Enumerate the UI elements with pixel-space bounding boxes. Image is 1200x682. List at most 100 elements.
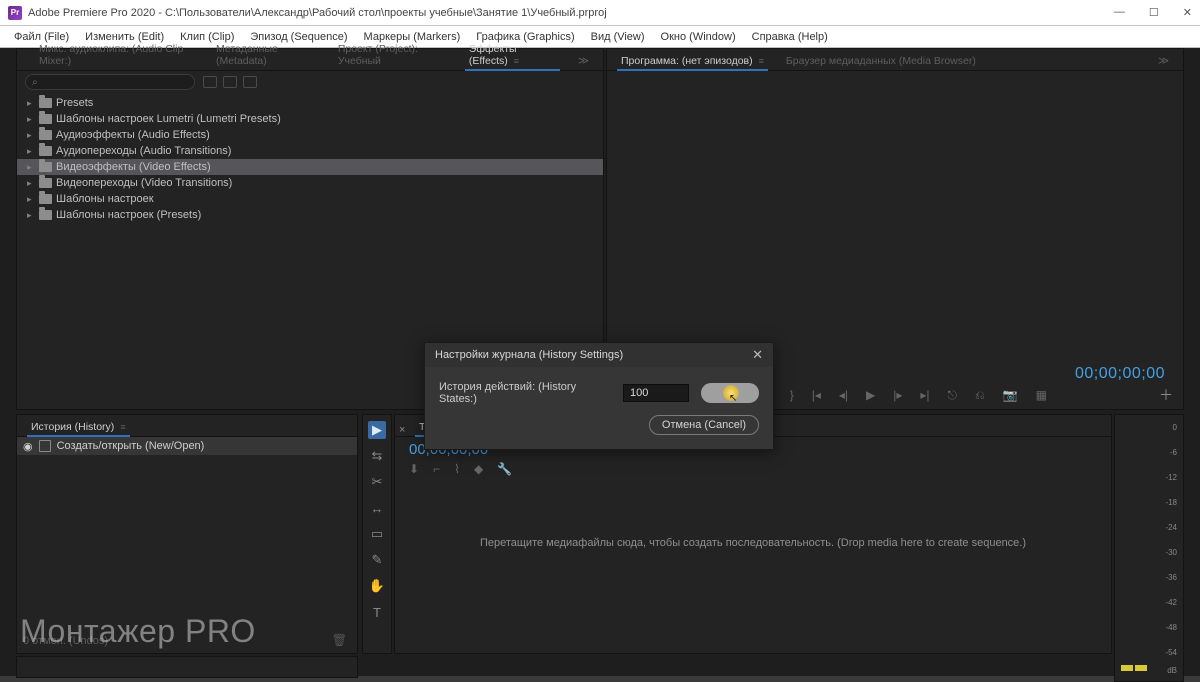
dialog-titlebar[interactable]: Настройки журнала (History Settings) ✕ — [425, 343, 773, 367]
menu-help[interactable]: Справка (Help) — [744, 31, 836, 43]
history-delete-icon[interactable]: 🗑 — [332, 633, 347, 647]
tab-label: Браузер медиаданных (Media Browser) — [786, 55, 976, 67]
effects-panel-tabs: Микс. аудиоклипа: (Audio Clip Mixer:) Ме… — [17, 49, 603, 71]
export-frame-icon[interactable]: 📷 — [1003, 388, 1018, 402]
history-item-label: Создать/открыть (New/Open) — [57, 440, 205, 452]
chevron-right-icon: ▸ — [27, 114, 35, 125]
effects-search-input[interactable] — [25, 74, 195, 90]
meter-tick: -54 — [1165, 648, 1177, 657]
timeline-panel: × Таймлайн (Timeline): (нет эпизодов)≡ 0… — [394, 414, 1112, 654]
panel-overflow[interactable]: ≫ — [568, 52, 599, 70]
program-timecode[interactable]: 00;00;00;00 — [1075, 365, 1165, 383]
go-to-out-icon[interactable]: ▸| — [920, 388, 929, 402]
maximize-button[interactable]: ☐ — [1149, 6, 1159, 19]
slip-tool[interactable]: ▭ — [368, 525, 386, 543]
panel-menu-icon[interactable]: ≡ — [120, 422, 125, 432]
tree-item-audio-transitions[interactable]: ▸Аудиопереходы (Audio Transitions) — [17, 143, 603, 159]
button-editor-icon[interactable]: ＋ — [1159, 385, 1173, 405]
track-select-tool[interactable]: ⇆ — [368, 447, 386, 465]
app-logo-icon: Pr — [8, 6, 22, 20]
audio-meters-panel: 0 -6 -12 -18 -24 -30 -36 -42 -48 -54 dB — [1114, 414, 1184, 682]
panel-menu-icon[interactable]: ≡ — [759, 56, 764, 66]
filter-yuv-icon[interactable] — [243, 76, 257, 88]
tab-label: Метаданные (Metadata) — [216, 43, 278, 67]
panel-overflow[interactable]: ≫ — [1148, 52, 1179, 70]
meter-tick: -24 — [1165, 523, 1177, 532]
tab-program[interactable]: Программа: (нет эпизодов) ≡ — [611, 52, 774, 70]
tree-item-templates-presets[interactable]: ▸Шаблоны настроек (Presets) — [17, 207, 603, 223]
timeline-tool-strip: ▶ ⇆ ✂ ↔ ▭ ✎ ✋ T — [362, 414, 392, 654]
panel-menu-icon[interactable]: ≡ — [514, 56, 519, 66]
watermark-text: Монтажер PRO — [20, 613, 256, 650]
chevron-right-icon: ▸ — [27, 194, 35, 205]
tree-item-video-transitions[interactable]: ▸ Видеопереходы (Video Transitions) — [17, 175, 603, 191]
tab-history[interactable]: История (History)≡ — [21, 418, 136, 436]
tab-label: Микс. аудиоклипа: (Audio Clip Mixer:) — [39, 43, 183, 67]
tree-item-video-effects[interactable]: ▸Видеоэффекты (Video Effects) — [17, 159, 603, 175]
meter-unit: dB — [1167, 666, 1177, 675]
play-icon[interactable]: ▶ — [866, 388, 875, 402]
tab-audio-clip-mixer[interactable]: Микс. аудиоклипа: (Audio Clip Mixer:) — [29, 40, 204, 70]
app-title: Adobe Premiere Pro 2020 — [28, 7, 155, 19]
type-tool[interactable]: T — [368, 603, 386, 621]
hand-tool[interactable]: ✋ — [368, 577, 386, 595]
lift-icon[interactable]: ⎋ — [948, 388, 958, 403]
close-tab-icon[interactable]: × — [399, 424, 407, 436]
tab-project[interactable]: Проект (Project): Учебный — [328, 40, 457, 70]
go-to-in-icon[interactable]: |◂ — [812, 388, 821, 402]
cursor-icon: ↖ — [729, 393, 737, 404]
tab-label: Программа: (нет эпизодов) — [621, 55, 753, 67]
window-titlebar: Pr Adobe Premiere Pro 2020 - C:\Пользова… — [0, 0, 1200, 26]
chevron-right-icon: ▸ — [27, 146, 35, 157]
meter-scale: 0 -6 -12 -18 -24 -30 -36 -42 -48 -54 dB — [1119, 423, 1179, 673]
meter-tick: -18 — [1165, 498, 1177, 507]
dialog-close-icon[interactable]: ✕ — [752, 347, 763, 363]
tree-label: Шаблоны настроек — [56, 193, 154, 205]
meter-tick: 0 — [1173, 423, 1177, 432]
tree-label: Шаблоны настроек (Presets) — [56, 209, 201, 221]
comparison-icon[interactable]: ▦ — [1036, 388, 1047, 402]
tree-item-templates[interactable]: ▸ Шаблоны настроек — [17, 191, 603, 207]
tree-label: Presets — [56, 97, 93, 109]
chevron-right-icon: ▸ — [27, 130, 35, 141]
menu-view[interactable]: Вид (View) — [583, 31, 653, 43]
tab-effects[interactable]: Эффекты (Effects)≡ — [459, 40, 566, 70]
radio-icon: ◉ — [23, 440, 33, 453]
step-forward-icon[interactable]: |▸ — [893, 388, 902, 402]
tab-media-browser[interactable]: Браузер медиаданных (Media Browser) — [776, 52, 986, 70]
meter-tick: -36 — [1165, 573, 1177, 582]
history-item-new-open[interactable]: ◉ Создать/открыть (New/Open) — [17, 437, 357, 455]
filter-32bit-icon[interactable] — [223, 76, 237, 88]
folder-icon — [39, 194, 52, 204]
tree-item-audio-effects[interactable]: ▸ Аудиоэффекты (Audio Effects) — [17, 127, 603, 143]
ok-button[interactable]: Ок ↖ — [701, 383, 759, 403]
chevron-right-icon: ▸ — [27, 178, 35, 189]
tab-metadata[interactable]: Метаданные (Metadata) — [206, 40, 326, 70]
program-panel-tabs: Программа: (нет эпизодов) ≡ Браузер медиа… — [607, 49, 1183, 71]
tree-label: Аудиоэффекты (Audio Effects) — [56, 129, 210, 141]
meter-tick: -30 — [1165, 548, 1177, 557]
selection-tool[interactable]: ▶ — [368, 421, 386, 439]
chevron-right-icon: ▸ — [27, 162, 35, 173]
meter-bars — [1121, 665, 1147, 671]
meter-tick: -12 — [1165, 473, 1177, 482]
tree-item-lumetri[interactable]: ▸ Шаблоны настроек Lumetri (Lumetri Prese… — [17, 111, 603, 127]
mark-out-icon[interactable]: } — [790, 388, 794, 402]
extract-icon[interactable]: ⎌ — [975, 388, 985, 403]
tree-label: Видеопереходы (Video Transitions) — [56, 177, 232, 189]
razor-tool[interactable]: ↔ — [368, 499, 386, 517]
history-states-input[interactable] — [623, 384, 689, 402]
timeline-drop-hint: Перетащите медиафайлы сюда, чтобы создат… — [401, 439, 1105, 647]
cancel-button[interactable]: Отмена (Cancel) — [649, 415, 759, 435]
menu-window[interactable]: Окно (Window) — [653, 31, 744, 43]
ripple-edit-tool[interactable]: ✂ — [368, 473, 386, 491]
history-settings-dialog: Настройки журнала (History Settings) ✕ И… — [424, 342, 774, 450]
tree-item-presets[interactable]: ▸Presets — [17, 95, 603, 111]
minimize-button[interactable]: — — [1114, 6, 1125, 19]
folder-icon — [39, 146, 52, 156]
filter-accelerated-icon[interactable] — [203, 76, 217, 88]
pen-tool[interactable]: ✎ — [368, 551, 386, 569]
close-button[interactable]: ✕ — [1183, 6, 1192, 19]
step-back-icon[interactable]: ◂| — [839, 388, 848, 402]
tree-label: Шаблоны настроек Lumetri (Lumetri Preset… — [56, 113, 281, 125]
